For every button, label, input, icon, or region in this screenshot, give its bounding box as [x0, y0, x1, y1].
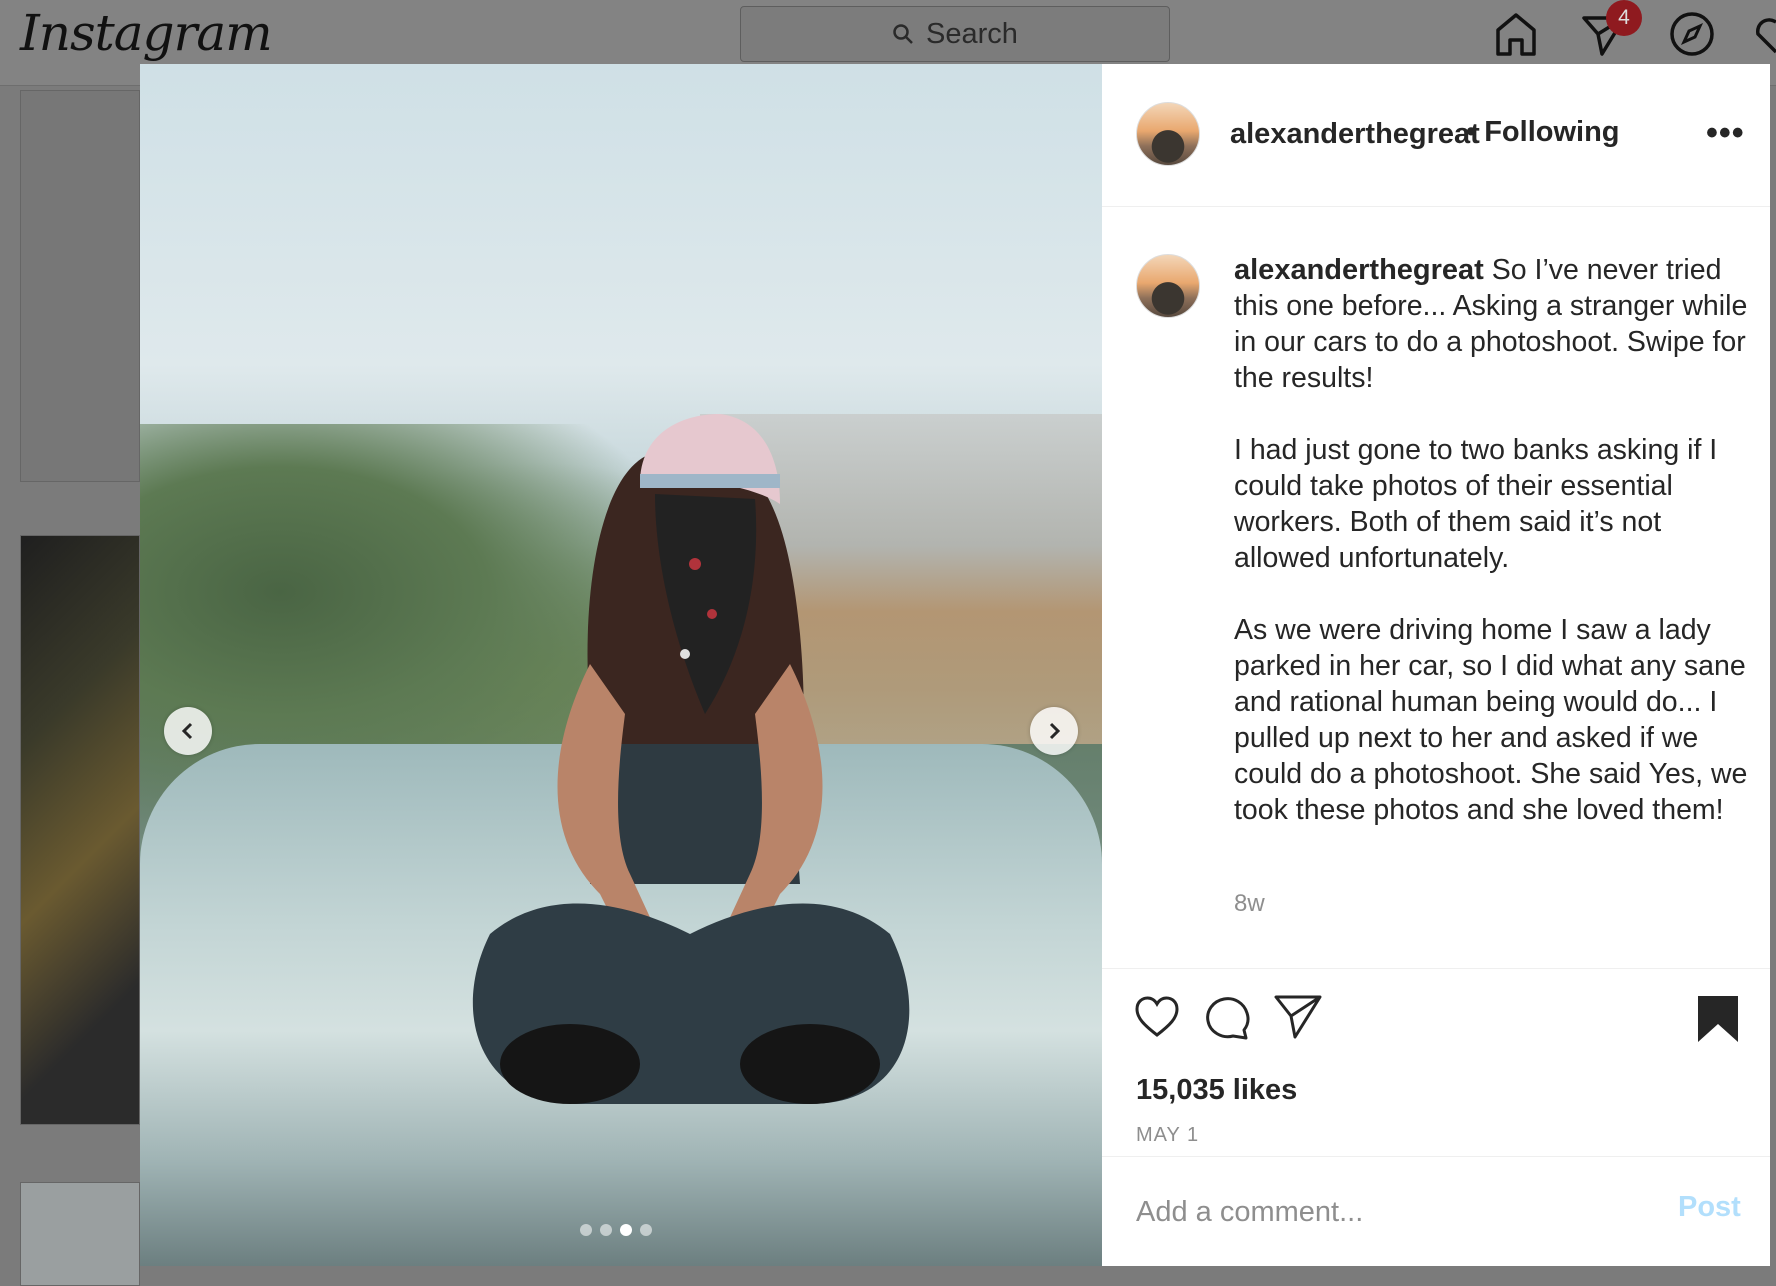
actions-divider: [1102, 968, 1770, 969]
search-icon: [893, 24, 913, 44]
post-date: MAY 1: [1136, 1124, 1200, 1146]
search-placeholder: Search: [926, 17, 1018, 50]
caption-paragraph: I had just gone to two banks asking if I…: [1234, 434, 1718, 574]
share-icon[interactable]: [1274, 994, 1322, 1040]
explore-icon[interactable]: [1668, 10, 1716, 58]
background-post-tile: [20, 1182, 140, 1286]
caption-timestamp: 8w: [1234, 890, 1265, 917]
comment-input[interactable]: [1136, 1189, 1656, 1235]
avatar[interactable]: [1136, 102, 1200, 166]
caption-avatar[interactable]: [1136, 254, 1200, 318]
comment-bar: Post: [1102, 1156, 1770, 1266]
activity-heart-icon[interactable]: [1752, 10, 1776, 58]
caption-username[interactable]: alexanderthegreat: [1234, 254, 1484, 286]
carousel-dot: [640, 1224, 652, 1236]
post-comment-button[interactable]: Post: [1678, 1191, 1741, 1224]
carousel-indicator: [580, 1224, 652, 1236]
carousel-dot: [600, 1224, 612, 1236]
post-header: alexanderthegreat • Following •••: [1102, 64, 1770, 207]
post-details-panel: alexanderthegreat • Following ••• alexan…: [1102, 64, 1770, 1266]
bookmark-icon[interactable]: [1696, 994, 1740, 1044]
instagram-logo[interactable]: Instagram: [20, 4, 273, 62]
like-heart-icon[interactable]: [1134, 994, 1180, 1040]
post-photo-carousel[interactable]: [140, 64, 1102, 1266]
carousel-dot: [620, 1224, 632, 1236]
caption-paragraph: alexanderthegreat So I’ve never tried th…: [1234, 252, 1754, 396]
post-author-username[interactable]: alexanderthegreat: [1230, 118, 1480, 151]
more-icon[interactable]: •••: [1706, 114, 1745, 153]
home-icon[interactable]: [1492, 10, 1540, 58]
comment-icon[interactable]: [1204, 994, 1250, 1040]
caption-paragraph: As we were driving home I saw a lady par…: [1234, 614, 1748, 826]
carousel-prev-button[interactable]: [164, 707, 212, 755]
search-box[interactable]: Search: [740, 6, 1170, 62]
post-caption: alexanderthegreat So I’ve never tried th…: [1234, 252, 1754, 864]
background-post-tile: [20, 90, 140, 482]
photo-person: [472, 414, 910, 1104]
likes-count[interactable]: 15,035 likes: [1136, 1074, 1297, 1107]
carousel-next-button[interactable]: [1030, 707, 1078, 755]
notification-badge: 4: [1606, 0, 1642, 36]
background-post-tile: [20, 535, 140, 1125]
chevron-left-icon: [181, 722, 193, 740]
following-button[interactable]: • Following: [1466, 116, 1620, 149]
chevron-right-icon: [1049, 722, 1061, 740]
carousel-dot: [580, 1224, 592, 1236]
